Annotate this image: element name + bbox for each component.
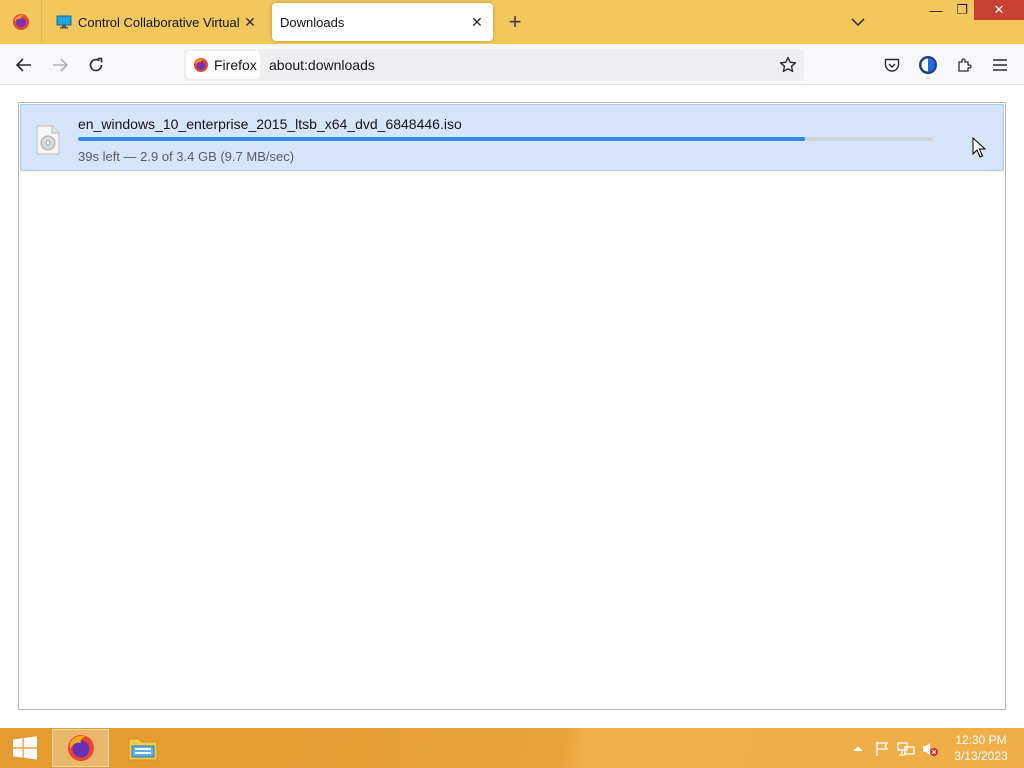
- system-clock[interactable]: 12:30 PM 3/13/2023: [944, 732, 1018, 764]
- identity-box[interactable]: Firefox: [186, 51, 260, 79]
- pocket-icon: [884, 58, 900, 72]
- account-button[interactable]: [913, 50, 943, 80]
- forward-button[interactable]: [45, 50, 75, 80]
- firefox-logo-icon: [67, 735, 94, 761]
- star-icon: [779, 56, 797, 73]
- network-icon: [897, 742, 915, 756]
- mouse-cursor-icon: [972, 137, 986, 158]
- download-progress-bar: [78, 137, 933, 141]
- url-text[interactable]: about:downloads: [269, 57, 375, 73]
- back-button[interactable]: [9, 50, 39, 80]
- reload-icon: [89, 57, 103, 72]
- arrow-right-icon: [53, 58, 68, 72]
- tab-title: Control Collaborative Virtual M: [78, 14, 240, 30]
- app-menu-button[interactable]: [985, 50, 1015, 80]
- arrow-left-icon: [16, 58, 31, 72]
- windows-logo-icon: [13, 736, 37, 760]
- download-filename: en_windows_10_enterprise_2015_ltsb_x64_d…: [78, 116, 462, 132]
- chevron-down-icon: [851, 18, 865, 26]
- url-bar[interactable]: Firefox about:downloads: [184, 49, 804, 81]
- taskbar-firefox[interactable]: [52, 729, 109, 767]
- downloads-list: en_windows_10_enterprise_2015_ltsb_x64_d…: [18, 102, 1006, 710]
- show-hidden-icons-button[interactable]: [849, 740, 867, 758]
- firefox-logo-icon: [193, 57, 209, 73]
- clock-date: 3/13/2023: [954, 749, 1008, 763]
- close-tab-icon[interactable]: ✕: [240, 12, 260, 32]
- extensions-button[interactable]: [949, 50, 979, 80]
- reload-button[interactable]: [81, 50, 111, 80]
- clock-time: 12:30 PM: [955, 733, 1007, 747]
- firefox-logo-icon: [12, 14, 29, 30]
- close-tab-icon[interactable]: ✕: [467, 12, 487, 32]
- action-center-flag[interactable]: [873, 740, 891, 758]
- monitor-icon: [56, 14, 72, 30]
- close-window-button[interactable]: ✕: [974, 0, 1024, 20]
- list-all-tabs-button[interactable]: [846, 10, 870, 34]
- puzzle-icon: [958, 58, 972, 72]
- download-item[interactable]: en_windows_10_enterprise_2015_ltsb_x64_d…: [20, 104, 1004, 171]
- account-avatar-icon: [919, 56, 937, 74]
- taskbar: 12:30 PM 3/13/2023: [0, 728, 1024, 768]
- tab-control-collaborative[interactable]: Control Collaborative Virtual M ✕: [49, 3, 266, 41]
- flag-icon: [876, 742, 889, 756]
- firefox-view-button[interactable]: [0, 0, 42, 44]
- disc-image-file-icon: [36, 125, 60, 155]
- download-progress-fill: [78, 137, 805, 141]
- hamburger-menu-icon: [993, 59, 1007, 71]
- chevron-up-icon: [853, 746, 863, 752]
- volume-tray[interactable]: [921, 740, 939, 758]
- tab-strip: Control Collaborative Virtual M ✕ Downlo…: [0, 0, 1024, 44]
- navigation-toolbar: Firefox about:downloads: [0, 44, 1024, 85]
- start-button[interactable]: [8, 734, 42, 762]
- identity-label: Firefox: [214, 57, 257, 73]
- pocket-button[interactable]: [877, 50, 907, 80]
- speaker-muted-icon: [923, 743, 938, 756]
- bookmark-star-button[interactable]: [776, 53, 800, 77]
- new-tab-button[interactable]: +: [503, 10, 527, 34]
- folder-icon: [128, 738, 157, 761]
- network-tray[interactable]: [897, 740, 915, 758]
- taskbar-file-explorer[interactable]: [114, 729, 171, 767]
- download-status: 39s left — 2.9 of 3.4 GB (9.7 MB/sec): [78, 149, 295, 164]
- tab-downloads[interactable]: Downloads ✕: [272, 3, 493, 41]
- tab-title: Downloads: [280, 14, 345, 30]
